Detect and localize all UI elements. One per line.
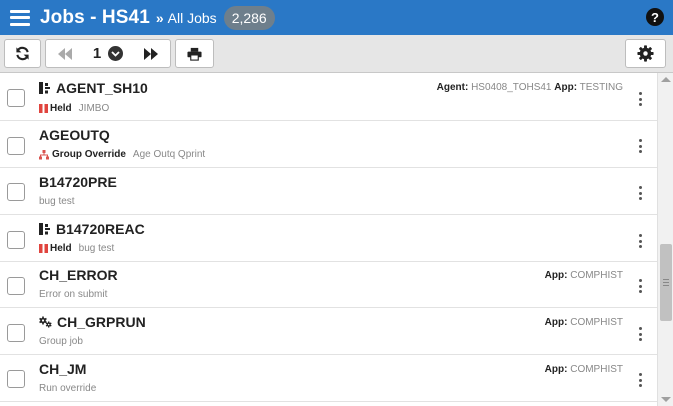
row-checkbox[interactable] bbox=[7, 183, 25, 201]
group-override-icon bbox=[39, 149, 49, 159]
more-options-icon[interactable] bbox=[639, 279, 643, 293]
agent-job-icon bbox=[39, 223, 51, 235]
table-row[interactable]: AGENT_SH10 Held JIMBO Agent: HS0408_TOHS… bbox=[0, 73, 657, 121]
agent-job-icon bbox=[39, 82, 51, 94]
table-row[interactable]: CH_JM Run override App: COMPHIST bbox=[0, 355, 657, 402]
job-list: AGENT_SH10 Held JIMBO Agent: HS0408_TOHS… bbox=[0, 73, 657, 406]
app-label: App: bbox=[544, 317, 568, 328]
job-count-badge: 2,286 bbox=[223, 5, 275, 30]
agent-value: HS0408_TOHS41 bbox=[471, 82, 552, 93]
job-description: Age Outq Qprint bbox=[132, 149, 206, 160]
row-checkbox[interactable] bbox=[7, 370, 25, 388]
table-row[interactable]: CH_ERROR Error on submit App: COMPHIST bbox=[0, 262, 657, 308]
breadcrumb[interactable]: All Jobs bbox=[168, 10, 217, 26]
more-options-icon[interactable] bbox=[639, 373, 643, 387]
toolbar: 1 bbox=[0, 35, 673, 73]
page-title: Jobs - HS41 bbox=[40, 6, 150, 28]
job-description: bug test bbox=[78, 243, 115, 254]
job-name[interactable]: CH_JM bbox=[39, 361, 86, 377]
job-meta: App: COMPHIST bbox=[545, 317, 623, 328]
table-row[interactable]: AGEOUTQ Group Override Age Outq Qprint bbox=[0, 121, 657, 168]
page-number: 1 bbox=[92, 45, 102, 62]
row-checkbox[interactable] bbox=[7, 89, 25, 107]
table-row[interactable]: B14720REAC Held bug test bbox=[0, 215, 657, 262]
next-page-button[interactable] bbox=[133, 40, 170, 67]
row-checkbox[interactable] bbox=[7, 231, 25, 249]
grip-icon bbox=[663, 279, 669, 286]
hamburger-menu-icon[interactable] bbox=[10, 9, 30, 26]
status-label: Held bbox=[50, 103, 72, 114]
job-description: JIMBO bbox=[78, 103, 110, 114]
table-row[interactable]: CH_GRPRUN Group job App: COMPHIST bbox=[0, 308, 657, 355]
scroll-down-icon[interactable] bbox=[661, 397, 671, 402]
refresh-icon bbox=[16, 46, 29, 61]
app-value: COMPHIST bbox=[570, 364, 623, 375]
more-options-icon[interactable] bbox=[639, 139, 643, 153]
breadcrumb-separator: » bbox=[155, 9, 164, 26]
job-meta: App: COMPHIST bbox=[545, 364, 623, 375]
row-checkbox[interactable] bbox=[7, 324, 25, 342]
more-options-icon[interactable] bbox=[639, 234, 643, 248]
job-description: Group job bbox=[39, 336, 83, 347]
table-row[interactable]: B14720PRE bug test bbox=[0, 168, 657, 215]
job-name[interactable]: AGENT_SH10 bbox=[56, 80, 148, 96]
app-label: App: bbox=[544, 364, 568, 375]
scroll-thumb[interactable] bbox=[660, 244, 672, 321]
more-options-icon[interactable] bbox=[639, 186, 643, 200]
app-label: App: bbox=[544, 270, 568, 281]
row-checkbox[interactable] bbox=[7, 277, 25, 295]
double-chevron-left-icon bbox=[57, 47, 72, 60]
job-name[interactable]: B14720REAC bbox=[56, 221, 145, 237]
prev-page-button[interactable] bbox=[46, 40, 83, 67]
chevron-down-icon bbox=[108, 46, 124, 61]
pagination: 1 bbox=[45, 39, 171, 68]
page-select[interactable]: 1 bbox=[83, 40, 132, 67]
print-button[interactable] bbox=[175, 39, 214, 68]
job-name[interactable]: CH_ERROR bbox=[39, 267, 118, 283]
gears-icon bbox=[39, 316, 52, 328]
help-glyph: ? bbox=[651, 9, 659, 25]
status-label: Group Override bbox=[52, 149, 126, 160]
row-checkbox[interactable] bbox=[7, 137, 25, 155]
help-icon[interactable]: ? bbox=[646, 8, 664, 26]
app-value: COMPHIST bbox=[570, 270, 623, 281]
job-name[interactable]: B14720PRE bbox=[39, 174, 117, 190]
app-label: App: bbox=[554, 82, 578, 93]
job-description: bug test bbox=[39, 196, 75, 207]
job-description: Run override bbox=[39, 383, 97, 394]
held-icon bbox=[39, 104, 48, 113]
more-options-icon[interactable] bbox=[639, 92, 643, 106]
app-header: Jobs - HS41 » All Jobs 2,286 ? bbox=[0, 0, 673, 35]
job-meta: Agent: HS0408_TOHS41 App: TESTING bbox=[437, 82, 623, 93]
refresh-button[interactable] bbox=[4, 39, 41, 68]
job-description: Error on submit bbox=[39, 289, 108, 300]
app-value: COMPHIST bbox=[570, 317, 623, 328]
settings-button[interactable] bbox=[625, 39, 666, 68]
job-name[interactable]: CH_GRPRUN bbox=[57, 314, 146, 330]
job-meta: App: COMPHIST bbox=[545, 270, 623, 281]
held-icon bbox=[39, 244, 48, 253]
double-chevron-right-icon bbox=[144, 47, 159, 60]
more-options-icon[interactable] bbox=[639, 327, 643, 341]
vertical-scrollbar[interactable] bbox=[657, 73, 673, 406]
scroll-up-icon[interactable] bbox=[661, 77, 671, 82]
print-icon bbox=[187, 47, 202, 61]
job-name[interactable]: AGEOUTQ bbox=[39, 127, 110, 143]
gear-icon bbox=[637, 45, 654, 62]
agent-label: Agent: bbox=[436, 82, 469, 93]
status-label: Held bbox=[50, 243, 72, 254]
app-value: TESTING bbox=[579, 82, 623, 93]
